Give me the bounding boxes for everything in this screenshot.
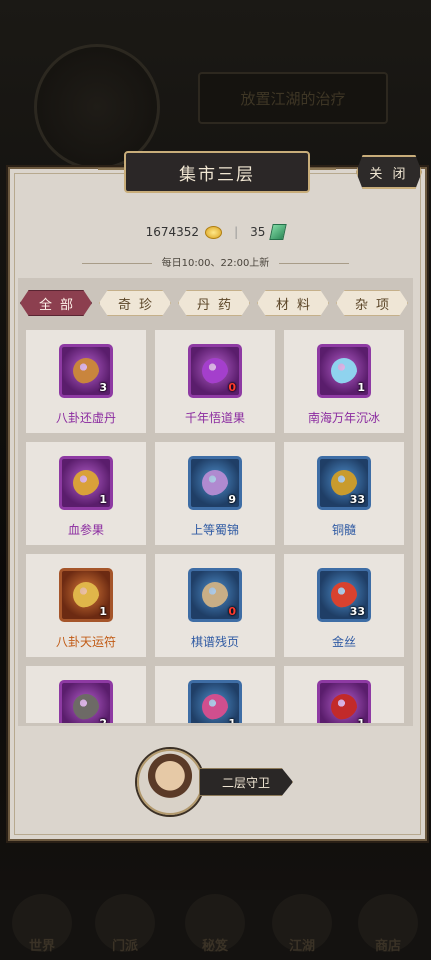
item-name: 血参果 (67, 523, 104, 537)
item-cell[interactable]: 2 (26, 666, 146, 723)
pearl-icon (202, 694, 228, 720)
item-count: 1 (228, 717, 236, 723)
item-name: 八卦天运符 (55, 635, 116, 649)
modal-title: 集市三层 (98, 151, 336, 193)
gourd-icon (73, 470, 99, 496)
item-frame[interactable]: 1 (188, 680, 242, 723)
item-count: 1 (99, 605, 107, 618)
item-frame[interactable]: 1 (59, 456, 113, 510)
item-name: 南海万年沉冰 (307, 411, 380, 425)
currency-bar: 1674352 | 35 (0, 224, 431, 240)
item-count: 1 (357, 381, 365, 394)
item-cell[interactable]: 33 金丝 (284, 554, 404, 657)
tab-elixirs[interactable]: 丹药 (178, 290, 250, 316)
stone-icon (73, 694, 99, 720)
elixir-box-icon (73, 358, 99, 384)
item-count: 33 (349, 605, 365, 618)
item-grid: 3 八卦还虚丹 0 千年悟道果 1 南海万年沉冰 1 血参果 9 上等蜀锦 33 铜髓 1 八卦天运符 0 棋… (26, 330, 404, 723)
item-count: 0 (228, 605, 236, 618)
item-frame[interactable]: 1 (59, 568, 113, 622)
tab-treasures[interactable]: 奇珍 (99, 290, 171, 316)
item-count: 9 (228, 493, 236, 506)
jade-icon (269, 224, 288, 240)
item-count: 33 (349, 493, 365, 506)
nav-label: 世界 (28, 939, 55, 954)
red-pouch-icon (331, 694, 357, 720)
nav-label: 门派 (111, 939, 138, 954)
tab-materials[interactable]: 材料 (257, 290, 329, 316)
item-cell[interactable]: 9 上等蜀锦 (155, 442, 275, 545)
refresh-note: 每日10:00、22:00上新 (0, 254, 431, 269)
category-tabs: 全部 奇珍 丹药 材料 杂项 (20, 290, 412, 318)
item-frame[interactable]: 0 (188, 344, 242, 398)
item-name: 金丝 (331, 635, 356, 649)
item-cell[interactable]: 33 铜髓 (284, 442, 404, 545)
tab-all[interactable]: 全部 (20, 290, 92, 316)
tab-misc[interactable]: 杂项 (336, 290, 408, 316)
item-name: 上等蜀锦 (190, 523, 239, 537)
nav-label: 商店 (374, 939, 401, 954)
item-count: 0 (228, 381, 236, 394)
nav-label: 秘笈 (201, 939, 228, 954)
item-cell[interactable]: 0 棋谱残页 (155, 554, 275, 657)
item-frame[interactable]: 1 (317, 344, 371, 398)
item-frame[interactable]: 0 (188, 568, 242, 622)
background-banner: 放置江湖的治疗 (198, 72, 388, 124)
jade-amount: 35 (250, 225, 266, 239)
refresh-text: 每日10:00、22:00上新 (161, 258, 270, 269)
item-frame[interactable]: 33 (317, 568, 371, 622)
item-count: 3 (99, 381, 107, 394)
item-count: 1 (357, 717, 365, 723)
item-cell[interactable]: 1 血参果 (26, 442, 146, 545)
nav-label: 江湖 (288, 939, 315, 954)
coin-amount: 1674352 (145, 225, 200, 239)
item-count: 2 (99, 717, 107, 723)
coin-icon (205, 225, 223, 239)
item-frame[interactable]: 9 (188, 456, 242, 510)
item-cell[interactable]: 1 (155, 666, 275, 723)
item-frame[interactable]: 3 (59, 344, 113, 398)
item-cell[interactable]: 1 八卦天运符 (26, 554, 146, 657)
item-name: 铜髓 (331, 523, 356, 537)
item-name: 八卦还虚丹 (55, 411, 116, 425)
fruit-bowl-icon (202, 358, 228, 384)
item-cell[interactable]: 0 千年悟道果 (155, 330, 275, 433)
guard-avatar[interactable] (137, 749, 203, 815)
divider: | (234, 225, 239, 239)
item-frame[interactable]: 2 (59, 680, 113, 723)
item-count: 1 (99, 493, 107, 506)
item-cell[interactable]: 1 (284, 666, 404, 723)
item-name: 棋谱残页 (190, 635, 239, 649)
silk-roll-icon (202, 470, 228, 496)
item-frame[interactable]: 1 (317, 680, 371, 723)
item-cell[interactable]: 1 南海万年沉冰 (284, 330, 404, 433)
item-name: 千年悟道果 (184, 411, 245, 425)
talisman-icon (73, 582, 99, 608)
item-cell[interactable]: 3 八卦还虚丹 (26, 330, 146, 433)
bottom-nav: 世界 门派 秘笈 江湖 商店 (0, 890, 431, 960)
close-button[interactable]: 关 闭 (356, 155, 422, 189)
scroll-page-icon (202, 582, 228, 608)
ice-crystal-icon (331, 358, 357, 384)
item-frame[interactable]: 33 (317, 456, 371, 510)
guard-label[interactable]: 二层守卫 (199, 768, 293, 796)
